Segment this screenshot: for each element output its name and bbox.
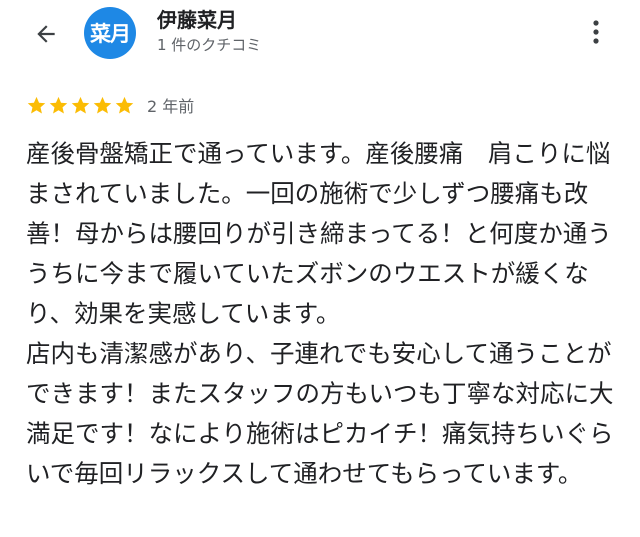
- avatar[interactable]: 菜月: [84, 7, 136, 59]
- review-paragraph: 店内も清潔感があり、子連れでも安心して通うことができます！またスタッフの方もいつ…: [26, 339, 614, 488]
- review-time: 2 年前: [147, 97, 195, 116]
- review-paragraph: 産後骨盤矯正で通っています。産後腰痛 肩こりに悩まされていました。一回の施術で少…: [26, 139, 612, 328]
- reviewer-name[interactable]: 伊藤菜月: [157, 4, 237, 33]
- back-arrow-icon: [37, 25, 55, 43]
- reviewer-review-count: 1 件のクチコミ: [157, 36, 262, 54]
- more-vert-icon: [593, 20, 599, 44]
- star-rating: [26, 95, 135, 116]
- more-options-button[interactable]: [576, 10, 616, 54]
- star-icon: [93, 96, 112, 113]
- avatar-text: 菜月: [90, 22, 131, 46]
- star-icon: [27, 96, 46, 113]
- review-header: 菜月 伊藤菜月 1 件のクチコミ: [0, 0, 640, 72]
- star-icon: [49, 96, 68, 113]
- star-icon: [115, 96, 134, 113]
- star-icon: [71, 96, 90, 113]
- back-button[interactable]: [24, 12, 68, 56]
- rating-row: 2 年前: [26, 94, 194, 116]
- review-body: 産後骨盤矯正で通っています。産後腰痛 肩こりに悩まされていました。一回の施術で少…: [26, 134, 616, 494]
